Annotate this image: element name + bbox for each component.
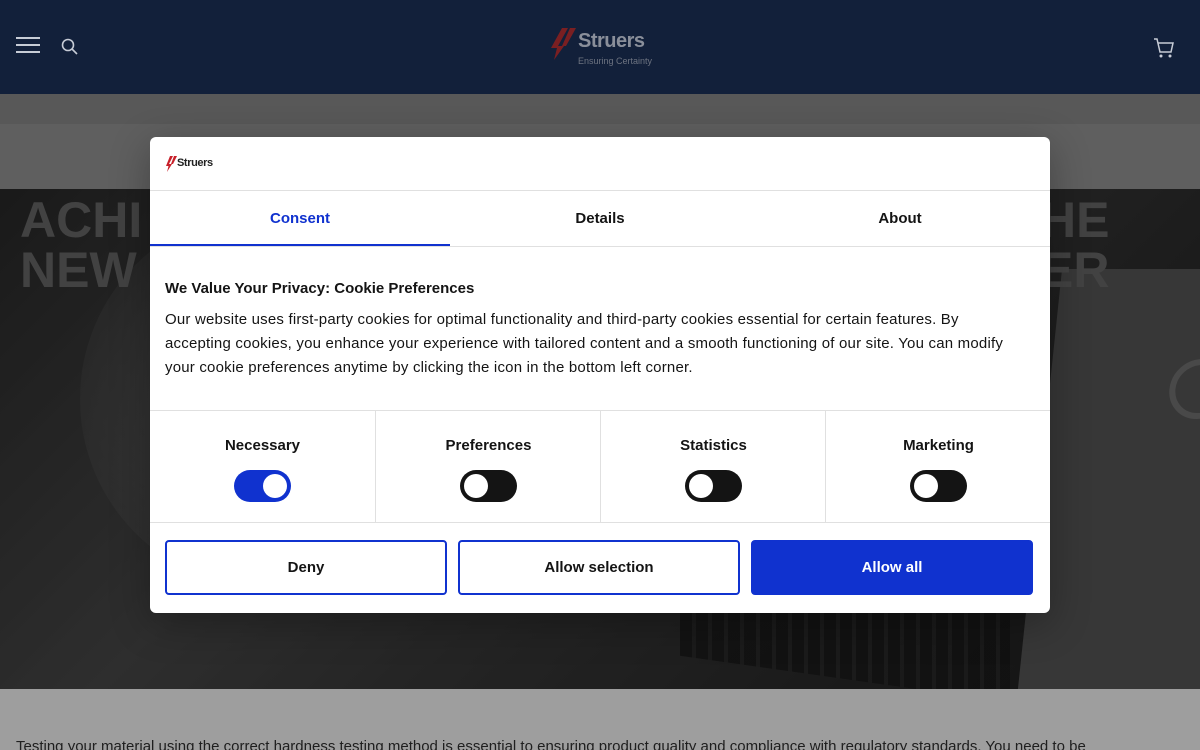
brand-name: Struers xyxy=(578,30,645,52)
category-label-statistics: Statistics xyxy=(680,437,747,454)
category-statistics: Statistics xyxy=(600,411,825,523)
brand-mark-icon xyxy=(551,28,576,60)
tab-consent[interactable]: Consent xyxy=(150,191,450,246)
cookie-categories: Necessary Preferences Statistics Marketi… xyxy=(150,410,1050,523)
dialog-tabs: Consent Details About xyxy=(150,191,1050,246)
category-label-preferences: Preferences xyxy=(445,437,532,454)
consent-description: Our website uses first-party cookies for… xyxy=(165,311,1004,376)
shopping-cart-icon[interactable] xyxy=(1152,36,1176,60)
category-label-necessary: Necessary xyxy=(224,437,301,454)
cookie-consent-dialog: Struers Consent Details About We Value Y… xyxy=(150,137,1050,613)
dialog-logo: Struers xyxy=(165,155,225,173)
category-marketing: Marketing xyxy=(825,411,1050,523)
search-icon[interactable] xyxy=(60,37,80,57)
toggle-necessary[interactable] xyxy=(234,470,291,502)
toggle-preferences[interactable] xyxy=(460,470,517,502)
toggle-marketing[interactable] xyxy=(910,470,967,502)
hamburger-menu-icon[interactable] xyxy=(16,37,40,55)
deny-button[interactable]: Deny xyxy=(165,540,447,595)
tabs-divider xyxy=(150,246,1050,247)
category-preferences: Preferences xyxy=(375,411,600,523)
tab-details[interactable]: Details xyxy=(450,191,750,246)
consent-title: We Value Your Privacy: Cookie Preference… xyxy=(165,280,475,297)
brand-logo[interactable]: Struers Ensuring Certainty xyxy=(548,26,658,70)
brand-tagline: Ensuring Certainty xyxy=(578,56,653,66)
allow-all-button[interactable]: Allow all xyxy=(751,540,1033,595)
dialog-logo-mark-icon xyxy=(166,156,177,172)
dialog-logo-text: Struers xyxy=(177,157,213,169)
tab-about[interactable]: About xyxy=(750,191,1050,246)
allow-selection-button[interactable]: Allow selection xyxy=(458,540,740,595)
toggle-statistics[interactable] xyxy=(685,470,742,502)
category-necessary: Necessary xyxy=(150,411,375,523)
site-header: Struers Ensuring Certainty xyxy=(0,0,1200,94)
category-label-marketing: Marketing xyxy=(903,437,974,454)
